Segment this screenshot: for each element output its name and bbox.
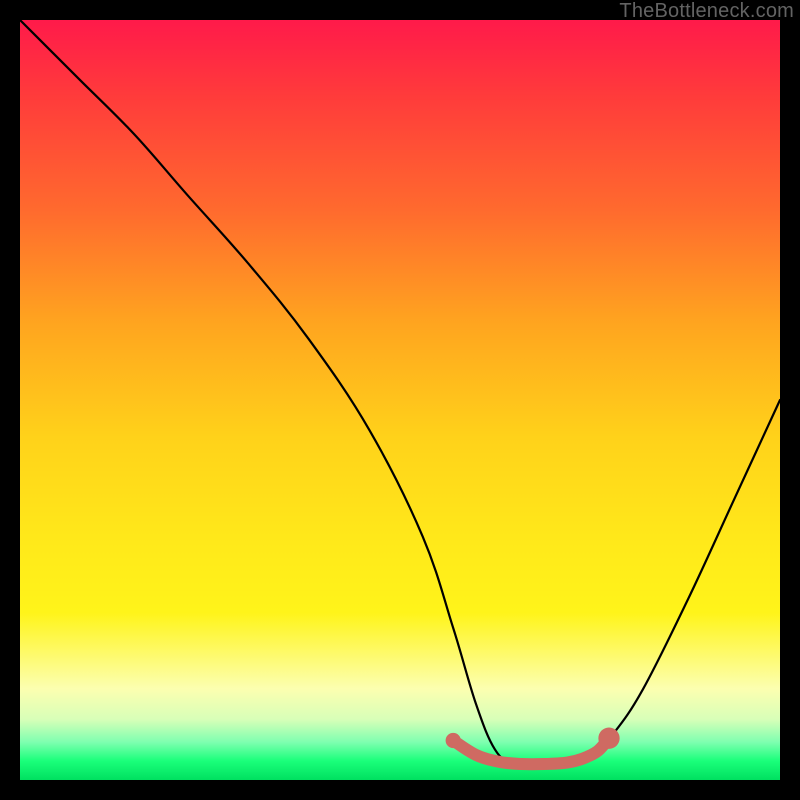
optimal-range	[453, 738, 609, 764]
chart-svg	[20, 20, 780, 780]
chart-frame: TheBottleneck.com	[0, 0, 800, 800]
plot-area	[20, 20, 780, 780]
bottleneck-curve	[20, 20, 780, 766]
optimal-end-dot	[598, 728, 619, 749]
watermark-text: TheBottleneck.com	[619, 0, 794, 23]
optimal-start-dot	[446, 733, 461, 748]
chart-markers	[446, 728, 620, 749]
